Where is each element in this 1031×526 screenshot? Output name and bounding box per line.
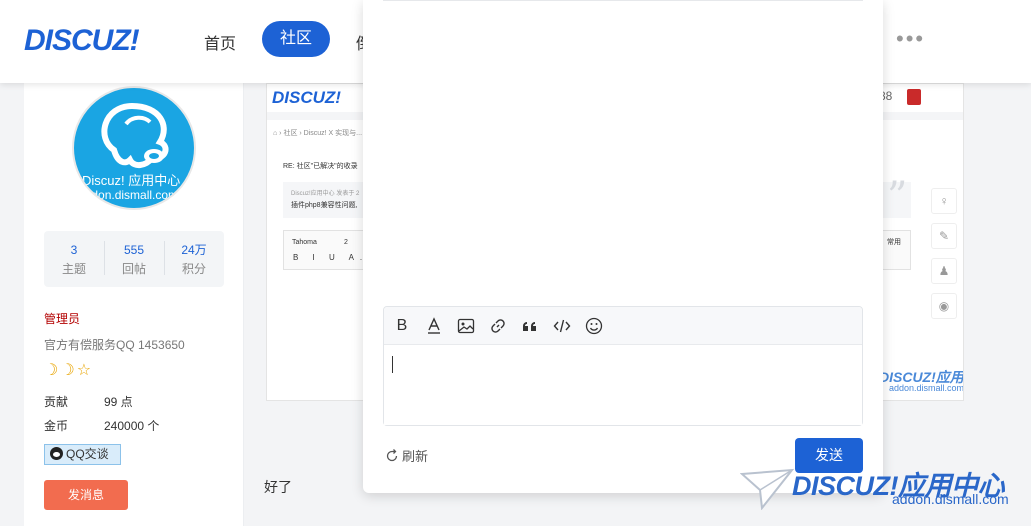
reply-modal: B 刷新 发送 xyxy=(363,0,883,493)
reply-textarea[interactable] xyxy=(384,346,862,425)
reply-editor: B xyxy=(383,306,863,426)
emoji-icon[interactable] xyxy=(582,314,606,338)
post-body-text: 好了 xyxy=(264,479,292,495)
image-common-label: 常用 xyxy=(887,239,901,246)
image-quote-mark-icon: ” xyxy=(887,174,908,220)
contribution-row: 贡献 99 点 xyxy=(44,393,133,410)
text-caret xyxy=(392,356,393,373)
qq-chat-button[interactable]: QQ交谈 xyxy=(44,444,121,465)
image-logo: DISCUZ! xyxy=(272,88,341,107)
user-role[interactable]: 管理员 xyxy=(44,310,80,327)
image-qq-icon: ♟ xyxy=(931,258,957,284)
editor-toolbar: B xyxy=(384,307,862,345)
quote-icon[interactable] xyxy=(518,314,542,338)
font-color-icon[interactable] xyxy=(422,314,446,338)
watermark-url: addon.dismall.com xyxy=(892,491,1009,507)
stat-value: 24万 xyxy=(181,243,207,257)
image-red-seal-icon xyxy=(907,89,921,105)
stat-points[interactable]: 24万 积分 xyxy=(164,231,224,287)
refresh-button[interactable]: 刷新 xyxy=(385,446,428,465)
avatar[interactable]: Discuz! 应用中心 addon.dismall.com xyxy=(72,86,196,210)
contribution-label: 贡献 xyxy=(44,395,69,409)
image-icon[interactable] xyxy=(454,314,478,338)
contribution-value: 99 点 xyxy=(104,395,133,409)
image-reply-title: RE: 社区"已解决"的收录 xyxy=(283,163,358,170)
refresh-icon xyxy=(386,448,398,461)
modal-divider xyxy=(383,0,863,1)
gold-row: 金币 240000 个 xyxy=(44,417,159,434)
qq-chat-label: QQ交谈 xyxy=(66,447,109,461)
qq-penguin-icon xyxy=(50,447,63,460)
rank-moon-icons: ☽☽☆ xyxy=(44,362,94,379)
refresh-label: 刷新 xyxy=(402,449,429,464)
gold-value: 240000 个 xyxy=(104,419,160,433)
stat-value: 3 xyxy=(70,243,78,257)
avatar-title: Discuz! 应用中心 xyxy=(82,173,181,188)
nav-home[interactable]: 首页 xyxy=(204,30,236,54)
more-menu-icon[interactable]: ••• xyxy=(896,26,925,52)
image-size-select: 2 xyxy=(344,239,348,246)
image-wechat-icon: ◉ xyxy=(931,293,957,319)
image-toolbar: B I U A. xyxy=(293,253,369,262)
user-description: 官方有偿服务QQ 1453650 xyxy=(44,338,185,352)
site-logo[interactable]: DISCUZ! xyxy=(24,24,140,58)
nav-community[interactable]: 社区 xyxy=(262,21,330,57)
code-icon[interactable] xyxy=(550,314,574,338)
user-stats: 3 主题 555 回帖 24万 积分 xyxy=(44,231,224,287)
stat-threads[interactable]: 3 主题 xyxy=(44,231,104,287)
stat-label: 积分 xyxy=(181,262,206,276)
gold-label: 金币 xyxy=(44,419,69,433)
image-bulb-icon: ♀ xyxy=(931,188,957,214)
link-icon[interactable] xyxy=(486,314,510,338)
image-breadcrumb: ⌂ › 社区 › Discuz! X 实现与... xyxy=(273,130,363,137)
avatar-url: addon.dismall.com xyxy=(78,188,179,202)
author-profile-panel: Discuz! 应用中心 addon.dismall.com 3 主题 555 … xyxy=(24,83,244,526)
send-message-button[interactable]: 发消息 xyxy=(44,480,128,510)
stat-replies[interactable]: 555 回帖 xyxy=(104,231,164,287)
watermark-arrow-icon xyxy=(740,468,795,510)
image-quote-meta: Discuz!应用中心 发表于 2 xyxy=(291,191,360,197)
bold-icon[interactable]: B xyxy=(390,314,414,338)
image-quote-text: 插件php8兼容性问题, xyxy=(291,202,358,209)
watermark: DISCUZ!应用中心 addon.dismall.com xyxy=(740,464,1030,524)
stat-label: 主题 xyxy=(61,262,86,276)
stat-value: 555 xyxy=(123,243,145,257)
image-watermark-url: addon.dismall.com xyxy=(889,383,964,393)
image-font-select: Tahoma xyxy=(292,239,317,246)
image-edit-icon: ✎ xyxy=(931,223,957,249)
stat-label: 回帖 xyxy=(121,262,146,276)
